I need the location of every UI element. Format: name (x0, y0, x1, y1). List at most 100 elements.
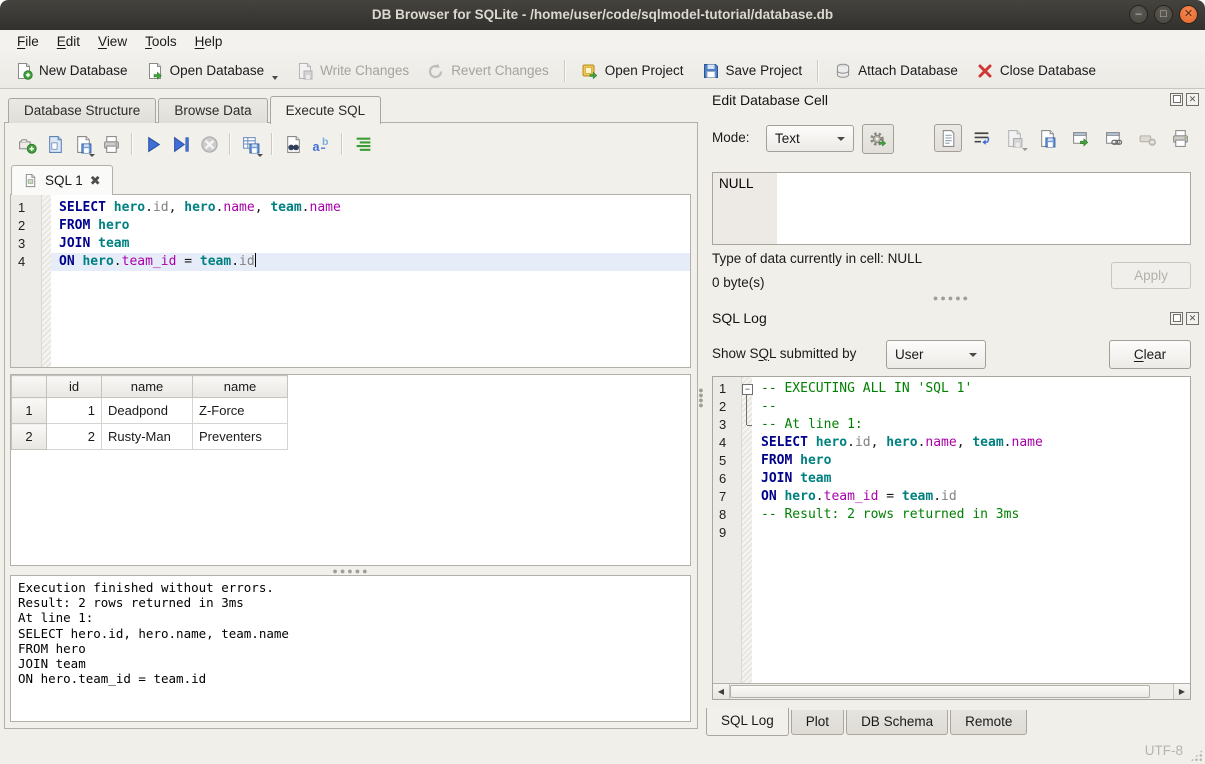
editor-line[interactable]: 1SELECT hero.id, hero.name, team.name (11, 199, 690, 217)
fold-margin (741, 398, 755, 416)
word-wrap-button[interactable] (967, 124, 995, 152)
editor-log-splitter[interactable]: ●●●●● (5, 567, 697, 575)
float-panel-icon[interactable] (1170, 312, 1183, 325)
sql-editor-toolbar: ab (13, 129, 377, 159)
grid-corner[interactable] (12, 376, 47, 398)
clear-log-button[interactable]: Clear (1109, 340, 1191, 369)
log-horizontal-scrollbar[interactable]: ◀ ▶ (713, 683, 1190, 699)
fold-collapse-icon[interactable]: − (741, 380, 755, 398)
save-sql-file-button[interactable] (69, 131, 97, 158)
close-sql-tab-icon[interactable]: ✖ (90, 173, 101, 189)
results-grid[interactable]: idnamename11DeadpondZ-Force22Rusty-ManPr… (10, 374, 691, 566)
column-header-name[interactable]: name (102, 376, 193, 398)
tab-execute-sql[interactable]: Execute SQL (270, 96, 382, 124)
dropdown-caret-icon[interactable] (257, 154, 263, 157)
sql-log-view[interactable]: 1−-- EXECUTING ALL IN 'SQL 1'2--3-- At l… (712, 376, 1191, 700)
dropdown-caret-icon[interactable] (272, 76, 278, 80)
execute-current-line-button[interactable] (167, 131, 195, 158)
encoding-indicator[interactable]: UTF-8 (1145, 743, 1183, 758)
tab-browse-data[interactable]: Browse Data (158, 98, 267, 123)
new-sql-tab-button[interactable] (13, 131, 41, 158)
print-cell-button[interactable] (1167, 124, 1195, 152)
replace-in-sql-button[interactable]: ab (307, 131, 335, 158)
scrollbar-thumb[interactable] (730, 685, 1150, 698)
close-panel-icon[interactable]: ✕ (1186, 312, 1199, 325)
write-changes-button: Write Changes (287, 57, 418, 84)
open-project-button[interactable]: Open Project (572, 57, 693, 84)
dock-tab-db-schema[interactable]: DB Schema (846, 710, 948, 735)
dropdown-caret-icon[interactable] (89, 154, 95, 157)
table-cell[interactable]: Z-Force (193, 398, 288, 424)
print-sql-icon (102, 135, 121, 154)
menu-file[interactable]: File (8, 30, 48, 53)
link-data-button[interactable] (1100, 124, 1128, 152)
toolbar-label: New Database (39, 63, 128, 78)
close-database-button[interactable]: Close Database (967, 57, 1105, 84)
maximize-icon[interactable]: □ (1154, 5, 1173, 24)
table-cell[interactable]: 1 (47, 398, 102, 424)
save-sql-file-icon (74, 135, 93, 154)
sql-log-filter-select[interactable]: User (886, 340, 986, 369)
open-database-button[interactable]: Open Database (137, 57, 288, 84)
execution-message-log[interactable]: Execution finished without errors. Resul… (10, 575, 691, 722)
cell-value-editor[interactable]: NULL (712, 172, 1191, 245)
sql-document-tab[interactable]: SQL 1 ✖ (11, 165, 113, 195)
table-cell[interactable]: Rusty-Man (102, 424, 193, 450)
dock-tab-plot[interactable]: Plot (791, 710, 844, 735)
scroll-left-icon[interactable]: ◀ (713, 684, 730, 699)
editor-line[interactable]: 4ON hero.team_id = team.id (11, 253, 690, 271)
dock-tab-remote[interactable]: Remote (950, 710, 1027, 735)
resize-grip[interactable] (1190, 749, 1203, 762)
editor-line[interactable]: 2FROM hero (11, 217, 690, 235)
close-icon[interactable]: ✕ (1179, 5, 1198, 24)
log-line: 7ON hero.team_id = team.id (713, 488, 1190, 506)
open-sql-file-button[interactable] (41, 131, 69, 158)
cell-value: NULL (719, 176, 754, 191)
log-text: -- EXECUTING ALL IN 'SQL 1' (761, 380, 972, 398)
auto-switch-mode-button[interactable] (862, 124, 894, 154)
menu-edit[interactable]: Edit (48, 30, 89, 53)
menu-help[interactable]: Help (186, 30, 232, 53)
export-to-app-button[interactable] (1067, 124, 1095, 152)
menu-view[interactable]: View (89, 30, 136, 53)
sql-document-tabbar: SQL 1 ✖ (11, 165, 113, 195)
save-project-button[interactable]: Save Project (693, 57, 812, 84)
new-database-button[interactable]: New Database (6, 57, 137, 84)
row-header[interactable]: 2 (12, 424, 47, 450)
print-sql-button[interactable] (97, 131, 125, 158)
save-results-button[interactable] (237, 131, 265, 158)
column-header-id[interactable]: id (47, 376, 102, 398)
tab-database-structure[interactable]: Database Structure (8, 98, 156, 123)
editor-line[interactable]: 3JOIN team (11, 235, 690, 253)
minimize-icon[interactable]: – (1129, 5, 1148, 24)
format-sql-button[interactable] (349, 131, 377, 158)
main-toolbar: New DatabaseOpen DatabaseWrite ChangesRe… (0, 53, 1205, 89)
column-header-name[interactable]: name (193, 376, 288, 398)
row-header[interactable]: 1 (12, 398, 47, 424)
link-data-icon (1105, 129, 1124, 148)
log-text: -- (761, 398, 777, 416)
apply-button[interactable]: Apply (1111, 262, 1191, 289)
table-cell[interactable]: Preventers (193, 424, 288, 450)
line-number: 3 (11, 235, 41, 253)
import-from-file-button[interactable] (1034, 124, 1062, 152)
dock-tab-sql-log[interactable]: SQL Log (706, 708, 789, 736)
table-cell[interactable]: Deadpond (102, 398, 193, 424)
table-cell[interactable]: 2 (47, 424, 102, 450)
db-browser-window: DB Browser for SQLite - /home/user/code/… (0, 0, 1205, 764)
text-mode-button[interactable] (934, 124, 962, 152)
dropdown-caret-icon[interactable] (1022, 148, 1028, 151)
titlebar[interactable]: DB Browser for SQLite - /home/user/code/… (0, 0, 1205, 31)
execute-all-button[interactable] (139, 131, 167, 158)
float-panel-icon[interactable] (1170, 93, 1183, 106)
sql-editor[interactable]: 1SELECT hero.id, hero.name, team.name2FR… (10, 194, 691, 368)
close-panel-icon[interactable]: ✕ (1186, 93, 1199, 106)
find-in-sql-button[interactable] (279, 131, 307, 158)
attach-database-button[interactable]: Attach Database (825, 57, 967, 84)
mode-select[interactable]: Text (766, 125, 854, 152)
code-text: SELECT hero.id, hero.name, team.name (59, 199, 341, 217)
scroll-right-icon[interactable]: ▶ (1173, 684, 1190, 699)
line-number: 8 (713, 506, 741, 524)
dock-splitter[interactable]: ●●●●● (712, 294, 1191, 302)
menu-tools[interactable]: Tools (136, 30, 186, 53)
